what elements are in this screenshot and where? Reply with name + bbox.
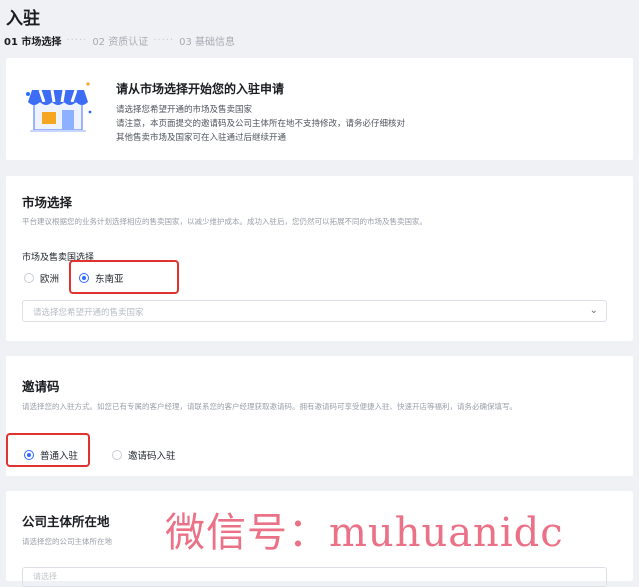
step-separator: ····· <box>153 35 175 46</box>
step-qualification[interactable]: 02 资质认证 <box>92 33 148 48</box>
country-select[interactable]: 请选择您希望开通的售卖国家 ⌄ <box>22 300 607 322</box>
intro-title: 请从市场选择开始您的入驻申请 <box>116 82 285 96</box>
stepper: 01 市场选择 ····· 02 资质认证 ····· 03 基础信息 <box>4 33 235 48</box>
page-title: 入驻 <box>6 9 40 29</box>
company-location-placeholder: 请选择 <box>33 572 57 581</box>
radio-option-europe[interactable]: 欧洲 <box>24 271 59 285</box>
highlight-box <box>69 260 179 294</box>
intro-line: 请注意，本页面提交的邀请码及公司主体所在地不支持修改，请务必仔细核对 <box>116 119 406 129</box>
intro-line: 请选择您希望开通的市场及售卖国家 <box>116 105 253 115</box>
radio-unchecked-icon[interactable] <box>112 450 123 460</box>
intro-text: 请从市场选择开始您的入驻申请 请选择您希望开通的市场及售卖国家 请注意，本页面提… <box>116 80 405 145</box>
step-separator: ····· <box>66 35 88 46</box>
market-section-desc: 平台建议根据您的业务计划选择相应的售卖国家，以减少维护成本。成功入驻后，您仍然可… <box>22 217 427 226</box>
market-section-title: 市场选择 <box>22 195 73 210</box>
watermark: 微信号：muhuanidc <box>165 510 564 556</box>
market-card: 市场选择 平台建议根据您的业务计划选择相应的售卖国家，以减少维护成本。成功入驻后… <box>6 176 633 341</box>
invite-section-title: 邀请码 <box>22 379 60 394</box>
invite-card: 邀请码 请选择您的入驻方式。如您已有专属的客户经理，请联系您的客户经理获取邀请码… <box>6 356 633 476</box>
company-section-title: 公司主体所在地 <box>22 514 110 529</box>
company-location-select[interactable]: 请选择 <box>22 567 607 587</box>
radio-unchecked-icon[interactable] <box>24 273 34 283</box>
intro-card: 请从市场选择开始您的入驻申请 请选择您希望开通的市场及售卖国家 请注意，本页面提… <box>6 58 633 160</box>
intro-line: 其他售卖市场及国家可在入驻通过后继续开通 <box>116 133 287 143</box>
highlight-box <box>6 433 90 467</box>
storefront-illustration-icon <box>26 82 92 132</box>
step-basic-info[interactable]: 03 基础信息 <box>179 33 235 48</box>
radio-option-invite-code[interactable]: 邀请码入驻 <box>112 448 176 462</box>
step-market[interactable]: 01 市场选择 <box>4 33 61 48</box>
country-select-placeholder: 请选择您希望开通的售卖国家 <box>33 308 144 318</box>
radio-label: 欧洲 <box>40 274 60 285</box>
invite-section-desc: 请选择您的入驻方式。如您已有专属的客户经理，请联系您的客户经理获取邀请码。拥有邀… <box>22 402 517 411</box>
radio-label: 邀请码入驻 <box>128 451 176 462</box>
chevron-down-icon[interactable]: ⌄ <box>590 305 598 316</box>
